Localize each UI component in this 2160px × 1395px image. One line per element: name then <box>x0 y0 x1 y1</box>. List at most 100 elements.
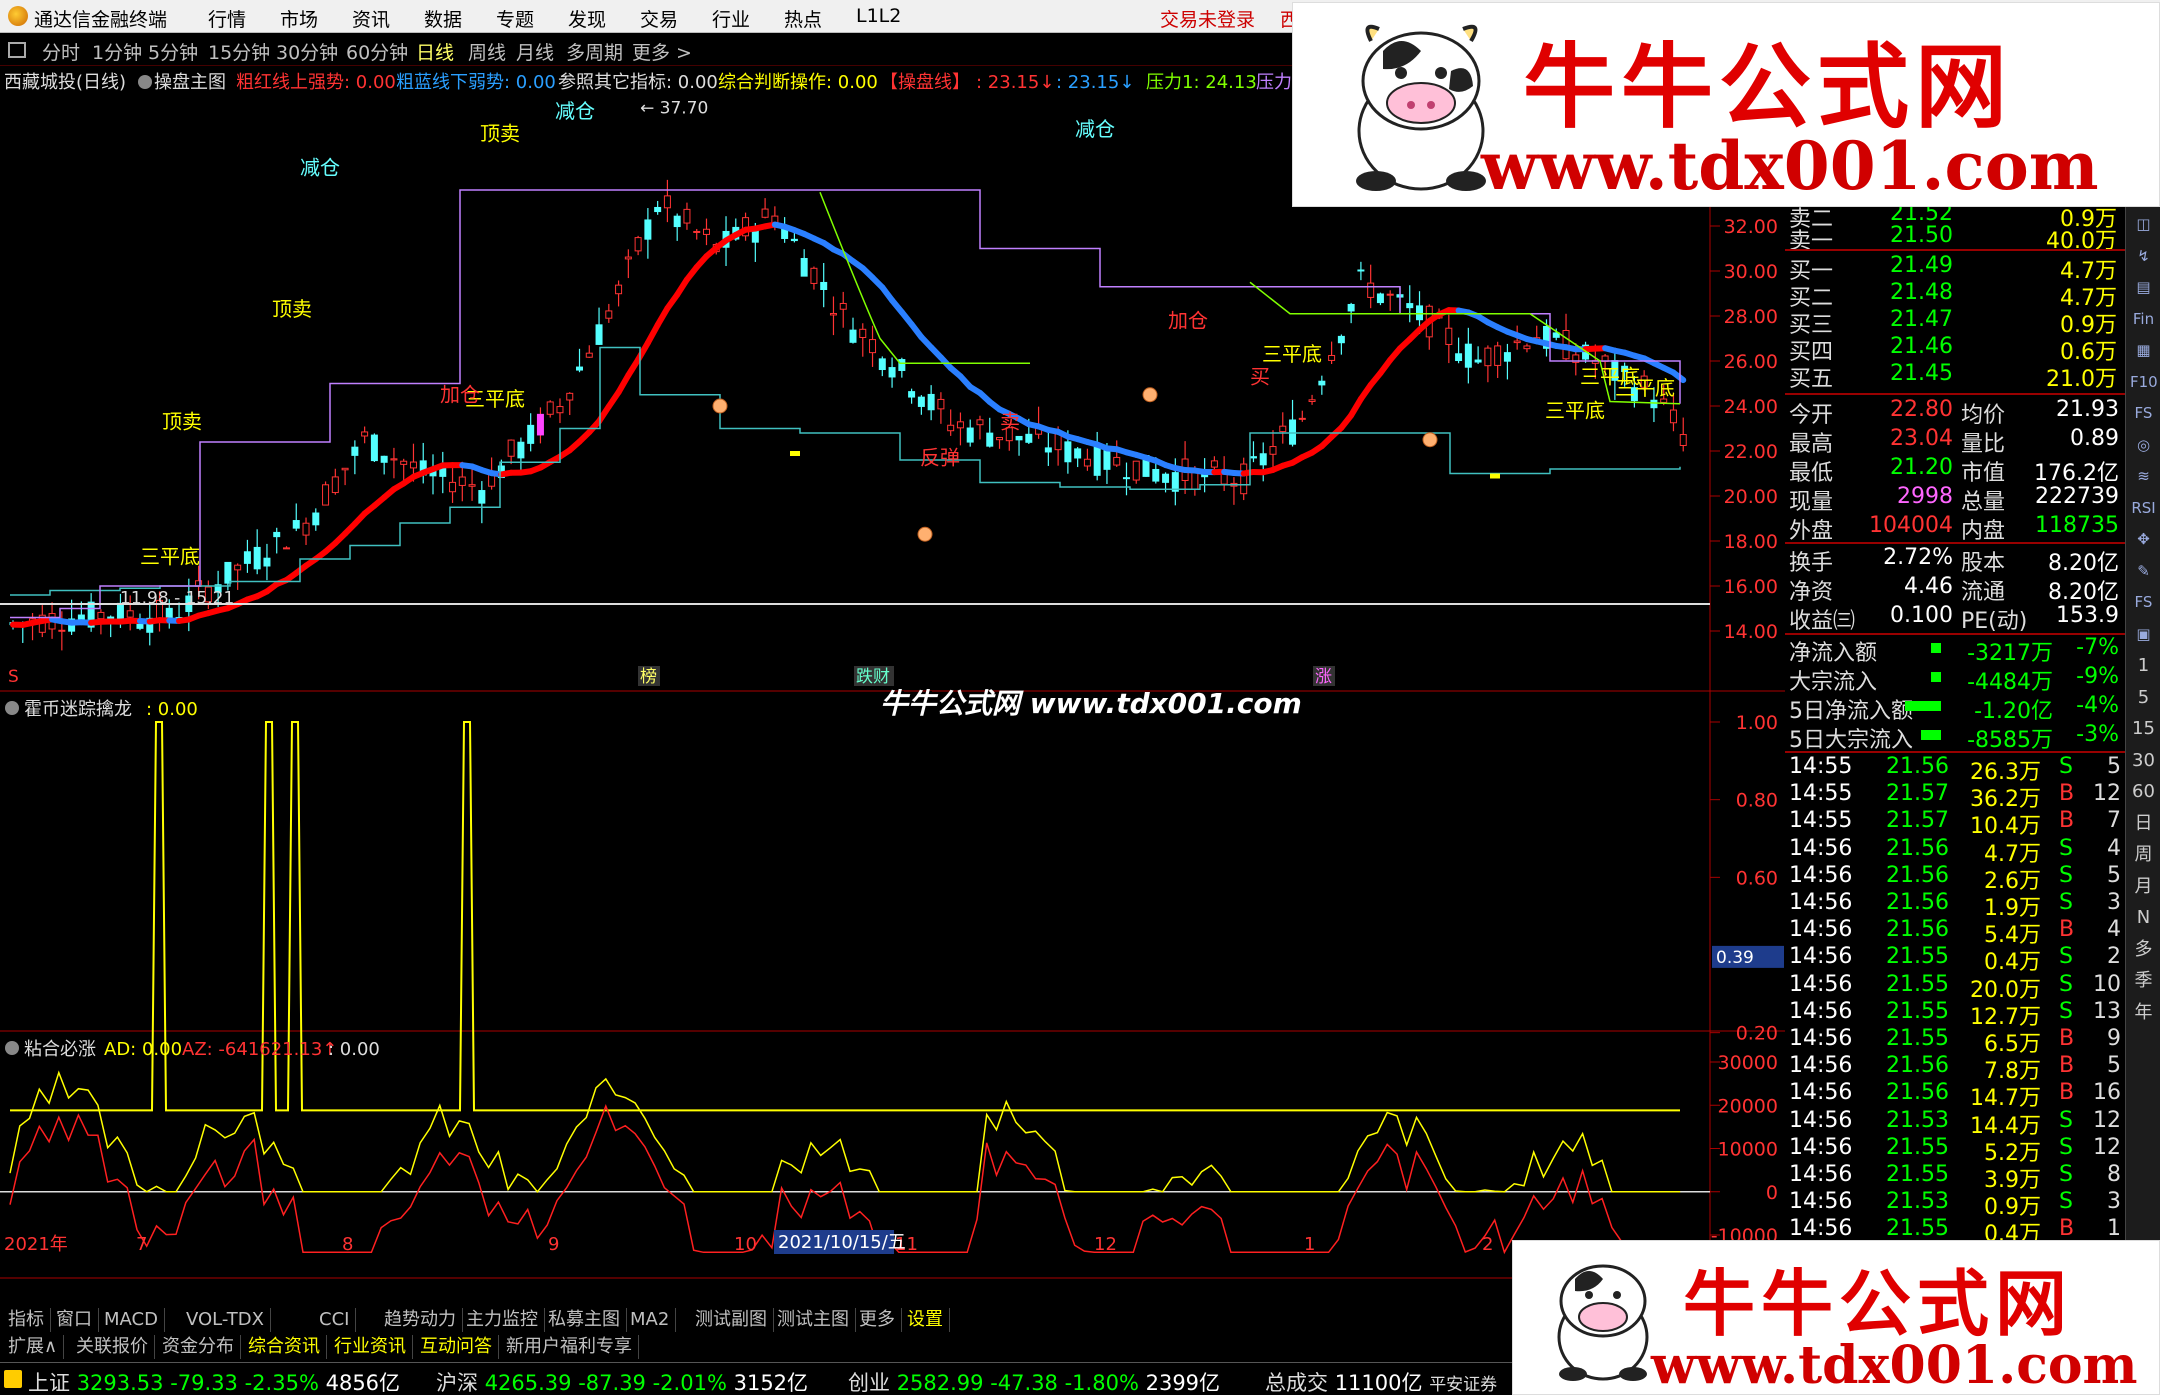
ext-tab-6[interactable]: 新用户福利专享 <box>500 1335 639 1359</box>
candle-body <box>1298 417 1306 420</box>
status-icon[interactable] <box>4 1370 22 1388</box>
period-tab-5[interactable]: 60分钟 <box>346 38 408 65</box>
period-tab-3[interactable]: 15分钟 <box>208 38 270 65</box>
ext-tab-2[interactable]: 资金分布 <box>156 1335 241 1359</box>
menu-item-3[interactable]: 数据 <box>424 5 462 32</box>
toolbar-button-16[interactable]: 15 <box>2130 715 2157 742</box>
toolbar-button-20[interactable]: 周 <box>2130 841 2157 868</box>
period-tab-8[interactable]: 月线 <box>516 38 554 65</box>
trade-status[interactable]: 交易未登录 <box>1160 5 1255 32</box>
toolbar-button-7[interactable]: ◎ <box>2130 432 2157 459</box>
toolbar-button-21[interactable]: 月 <box>2130 873 2157 900</box>
toolbar-button-14[interactable]: 1 <box>2130 652 2157 679</box>
toolbar-button-10[interactable]: ✥ <box>2130 526 2157 553</box>
candle-body <box>1093 444 1101 476</box>
menu-item-4[interactable]: 专题 <box>496 5 534 32</box>
toolbar-button-18[interactable]: 60 <box>2130 778 2157 805</box>
menu-item-2[interactable]: 资讯 <box>352 5 390 32</box>
candle-body <box>468 484 476 487</box>
period-tab-10[interactable]: 更多 > <box>632 38 692 65</box>
toolbar-button-19[interactable]: 日 <box>2130 810 2157 837</box>
toolbar-button-22[interactable]: N <box>2130 904 2157 931</box>
candle-body <box>1269 446 1277 455</box>
ext-tab-1[interactable]: 关联报价 <box>70 1335 155 1359</box>
period-tab-2[interactable]: 5分钟 <box>148 38 198 65</box>
tick-side: S <box>2059 1162 2073 1187</box>
tick-side: S <box>2059 1189 2073 1215</box>
menu-item-0[interactable]: 行情 <box>208 5 246 32</box>
indicator-tab-1[interactable]: 窗口 <box>50 1308 99 1332</box>
tick-count: 4 <box>2107 835 2121 861</box>
toolbar-button-13[interactable]: ▣ <box>2130 621 2157 648</box>
candle-body <box>1308 399 1316 402</box>
book-label: 买五 <box>1789 367 1834 392</box>
toolbar-button-3[interactable]: Fin <box>2130 306 2157 333</box>
ext-tab-3[interactable]: 综合资讯 <box>242 1335 327 1359</box>
sh-index[interactable]: 上证 3293.53 -79.33 -2.35% 4856亿 <box>28 1367 400 1395</box>
cy-index[interactable]: 创业 2582.99 -47.38 -1.80% 2399亿 <box>848 1367 1220 1395</box>
toolbar-button-17[interactable]: 30 <box>2130 747 2157 774</box>
indicator-tab-7[interactable]: 私募主图 <box>542 1308 627 1332</box>
toolbar-button-8[interactable]: ≋ <box>2130 463 2157 490</box>
tick-count: 4 <box>2107 917 2121 943</box>
stat-label: 最高 <box>1789 432 1834 457</box>
indicator-tab-3[interactable]: VOL-TDX <box>180 1308 271 1332</box>
period-tab-9[interactable]: 多周期 <box>566 38 623 65</box>
toolbar-button-12[interactable]: FS <box>2130 589 2157 616</box>
toolbar-button-2[interactable]: ▤ <box>2130 274 2157 301</box>
indicator-tab-5[interactable]: 趋势动力 <box>378 1308 463 1332</box>
menu-item-5[interactable]: 发现 <box>568 5 606 32</box>
period-tab-7[interactable]: 周线 <box>468 38 506 65</box>
tick-price: 21.56 <box>1886 1080 1949 1106</box>
toolbar-button-9[interactable]: RSI <box>2130 495 2157 522</box>
indicator2-title: 粘合必涨 <box>24 1039 96 1060</box>
period-tab-0[interactable]: 分时 <box>42 38 80 65</box>
settings-dot-icon[interactable] <box>5 1041 19 1055</box>
settings-dot-icon[interactable] <box>5 701 19 715</box>
menu-item-6[interactable]: 交易 <box>640 5 678 32</box>
menu-item-7[interactable]: 行业 <box>712 5 750 32</box>
toolbar-button-4[interactable]: ▦ <box>2130 337 2157 364</box>
ext-tab-5[interactable]: 互动问答 <box>414 1335 499 1359</box>
toolbar-button-5[interactable]: F10 <box>2130 369 2158 396</box>
indicator-tab-11[interactable]: 更多 <box>853 1308 902 1332</box>
ext-tab-0[interactable]: 扩展∧ <box>2 1335 65 1359</box>
candle-body <box>996 437 1004 441</box>
tick-price: 21.55 <box>1886 998 1949 1024</box>
toolbar-button-23[interactable]: 多 <box>2130 936 2157 963</box>
toolbar-button-6[interactable]: FS <box>2130 400 2157 427</box>
toolbar-button-1[interactable]: ↯ <box>2130 243 2157 270</box>
indicator-tab-0[interactable]: 指标 <box>2 1308 51 1332</box>
toolbar-button-25[interactable]: 年 <box>2130 999 2157 1026</box>
indicator-tab-6[interactable]: 主力监控 <box>460 1308 545 1332</box>
indicator-tab-4[interactable]: CCI <box>313 1308 357 1332</box>
toolbar-button-15[interactable]: 5 <box>2130 684 2157 711</box>
candle-body <box>634 237 642 252</box>
signal-label: 顶卖 <box>480 122 520 146</box>
menu-item-8[interactable]: 热点 <box>784 5 822 32</box>
menu-item-1[interactable]: 市场 <box>280 5 318 32</box>
indicator-tab-8[interactable]: MA2 <box>624 1308 677 1332</box>
hs-value: 4265.39 <box>484 1371 572 1395</box>
period-tab-4[interactable]: 30分钟 <box>276 38 338 65</box>
tick-price: 21.57 <box>1886 808 1949 834</box>
candle-body <box>126 610 134 618</box>
hs-index[interactable]: 沪深 4265.39 -87.39 -2.01% 3152亿 <box>436 1367 808 1395</box>
indicator-tab-12[interactable]: 设置 <box>901 1308 950 1332</box>
toolbar-button-24[interactable]: 季 <box>2130 967 2157 994</box>
indicator-tab-10[interactable]: 测试主图 <box>771 1308 856 1332</box>
book-price: 21.50 <box>1890 223 1953 248</box>
ext-tab-4[interactable]: 行业资讯 <box>328 1335 413 1359</box>
stat-label: 最低 <box>1789 461 1834 486</box>
candle-body <box>273 531 281 538</box>
toolbar-button-11[interactable]: ✎ <box>2130 558 2157 585</box>
toolbar-button-0[interactable]: ◫ <box>2130 211 2157 238</box>
period-grid-icon[interactable] <box>8 42 26 58</box>
tick-price: 21.55 <box>1886 1216 1949 1242</box>
indicator-tab-2[interactable]: MACD <box>98 1308 165 1332</box>
settings-dot-icon[interactable] <box>138 75 152 89</box>
period-tab-1[interactable]: 1分钟 <box>92 38 142 65</box>
period-tab-6[interactable]: 日线 <box>416 38 454 65</box>
menu-item-9[interactable]: L1L2 <box>856 5 901 27</box>
indicator-tab-9[interactable]: 测试副图 <box>689 1308 774 1332</box>
